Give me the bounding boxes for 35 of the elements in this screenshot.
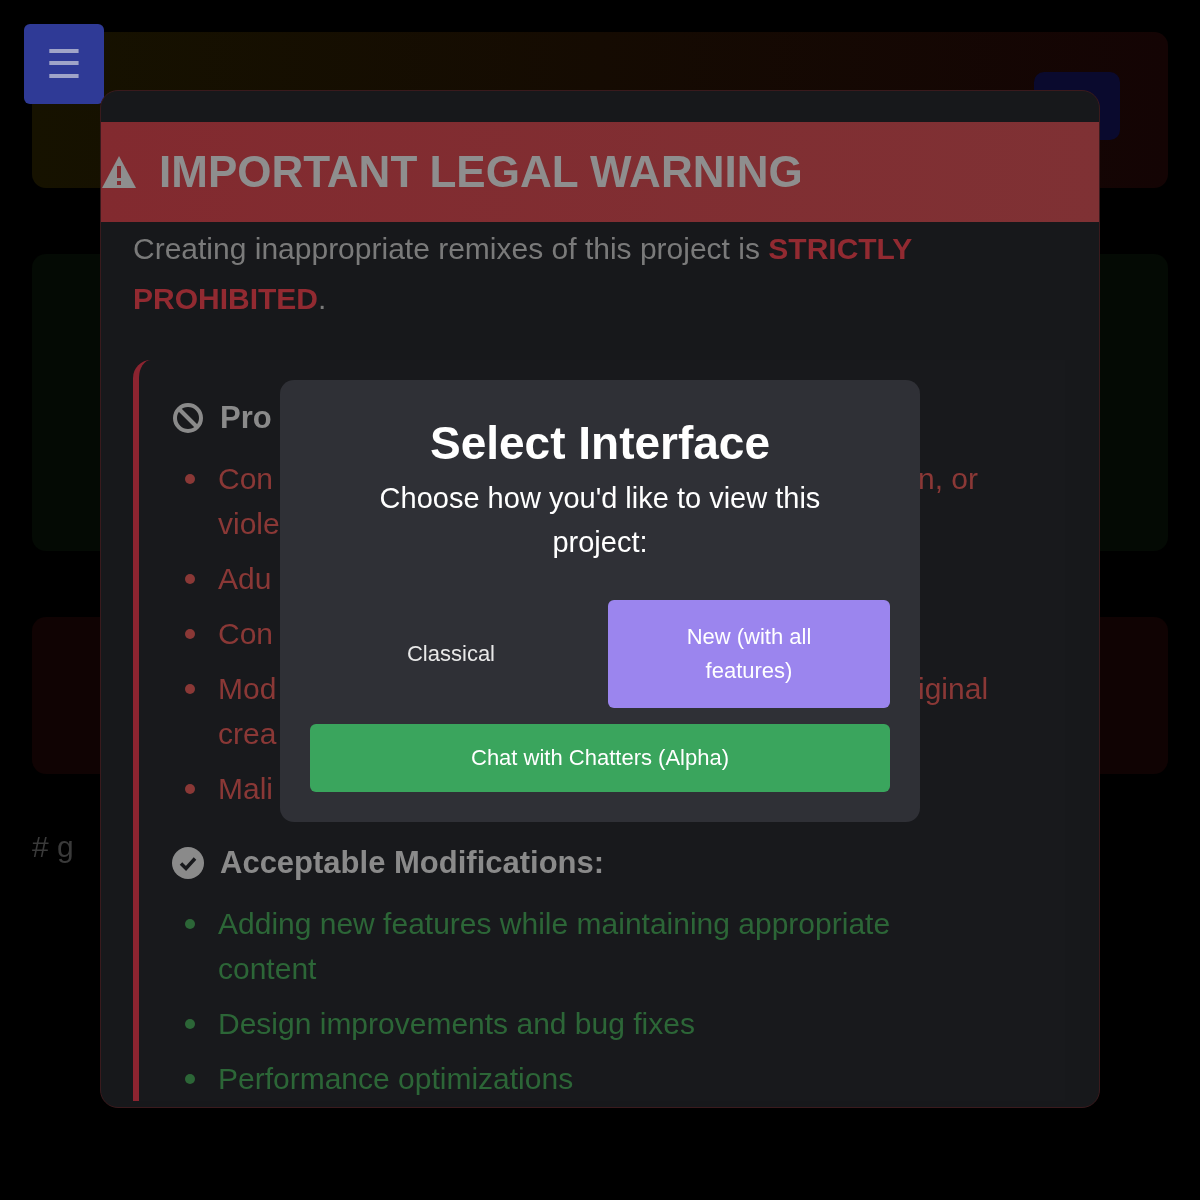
ban-icon: [172, 402, 204, 434]
chat-button[interactable]: Chat with Chatters (Alpha): [310, 724, 890, 792]
list-text: Adu: [218, 562, 272, 595]
bullet-icon: [185, 474, 195, 484]
bullet-icon: [185, 574, 195, 584]
list-text: n, or: [918, 461, 979, 497]
list-text: iginal: [918, 671, 989, 707]
bullet-icon: [185, 1074, 195, 1084]
section-heading: Pro: [220, 400, 272, 436]
warning-text: Creating inappropriate remixes of this project is STRICTLY PROHIBITED.: [133, 231, 913, 317]
list-text: crea: [218, 717, 277, 750]
warning-title: IMPORTANT LEGAL WARNING: [159, 147, 803, 197]
bullet-icon: [185, 684, 195, 694]
check-circle-icon: [172, 847, 204, 879]
list-text: Con: [218, 462, 274, 495]
bullet-icon: [185, 629, 195, 639]
dialog-title: Select Interface: [429, 416, 771, 471]
warning-icon: [101, 155, 137, 189]
bullet-icon: [185, 784, 195, 794]
menu-button[interactable]: ☰: [24, 24, 104, 104]
page-text: # g: [32, 830, 74, 864]
option-button[interactable]: New (with all features): [608, 600, 890, 708]
section-heading: Acceptable Modifications:: [220, 845, 605, 881]
bullet-icon: [185, 1019, 195, 1029]
list-text: Mod: [218, 672, 277, 705]
list-text: Mali: [218, 772, 273, 805]
dialog-subtitle: Choose how you'd like to view this project:: [378, 481, 822, 560]
list-text: content: [218, 952, 317, 985]
list-text: Adding new features while maintaining appropriate: [218, 907, 891, 940]
option-button[interactable]: Classical: [310, 600, 592, 708]
list-text: Performance optimizations: [218, 1062, 574, 1095]
list-text: Con: [218, 617, 274, 650]
list-text: viole: [218, 507, 280, 540]
list-text: Design improvements and bug fixes: [218, 1007, 695, 1040]
bullet-icon: [185, 919, 195, 929]
